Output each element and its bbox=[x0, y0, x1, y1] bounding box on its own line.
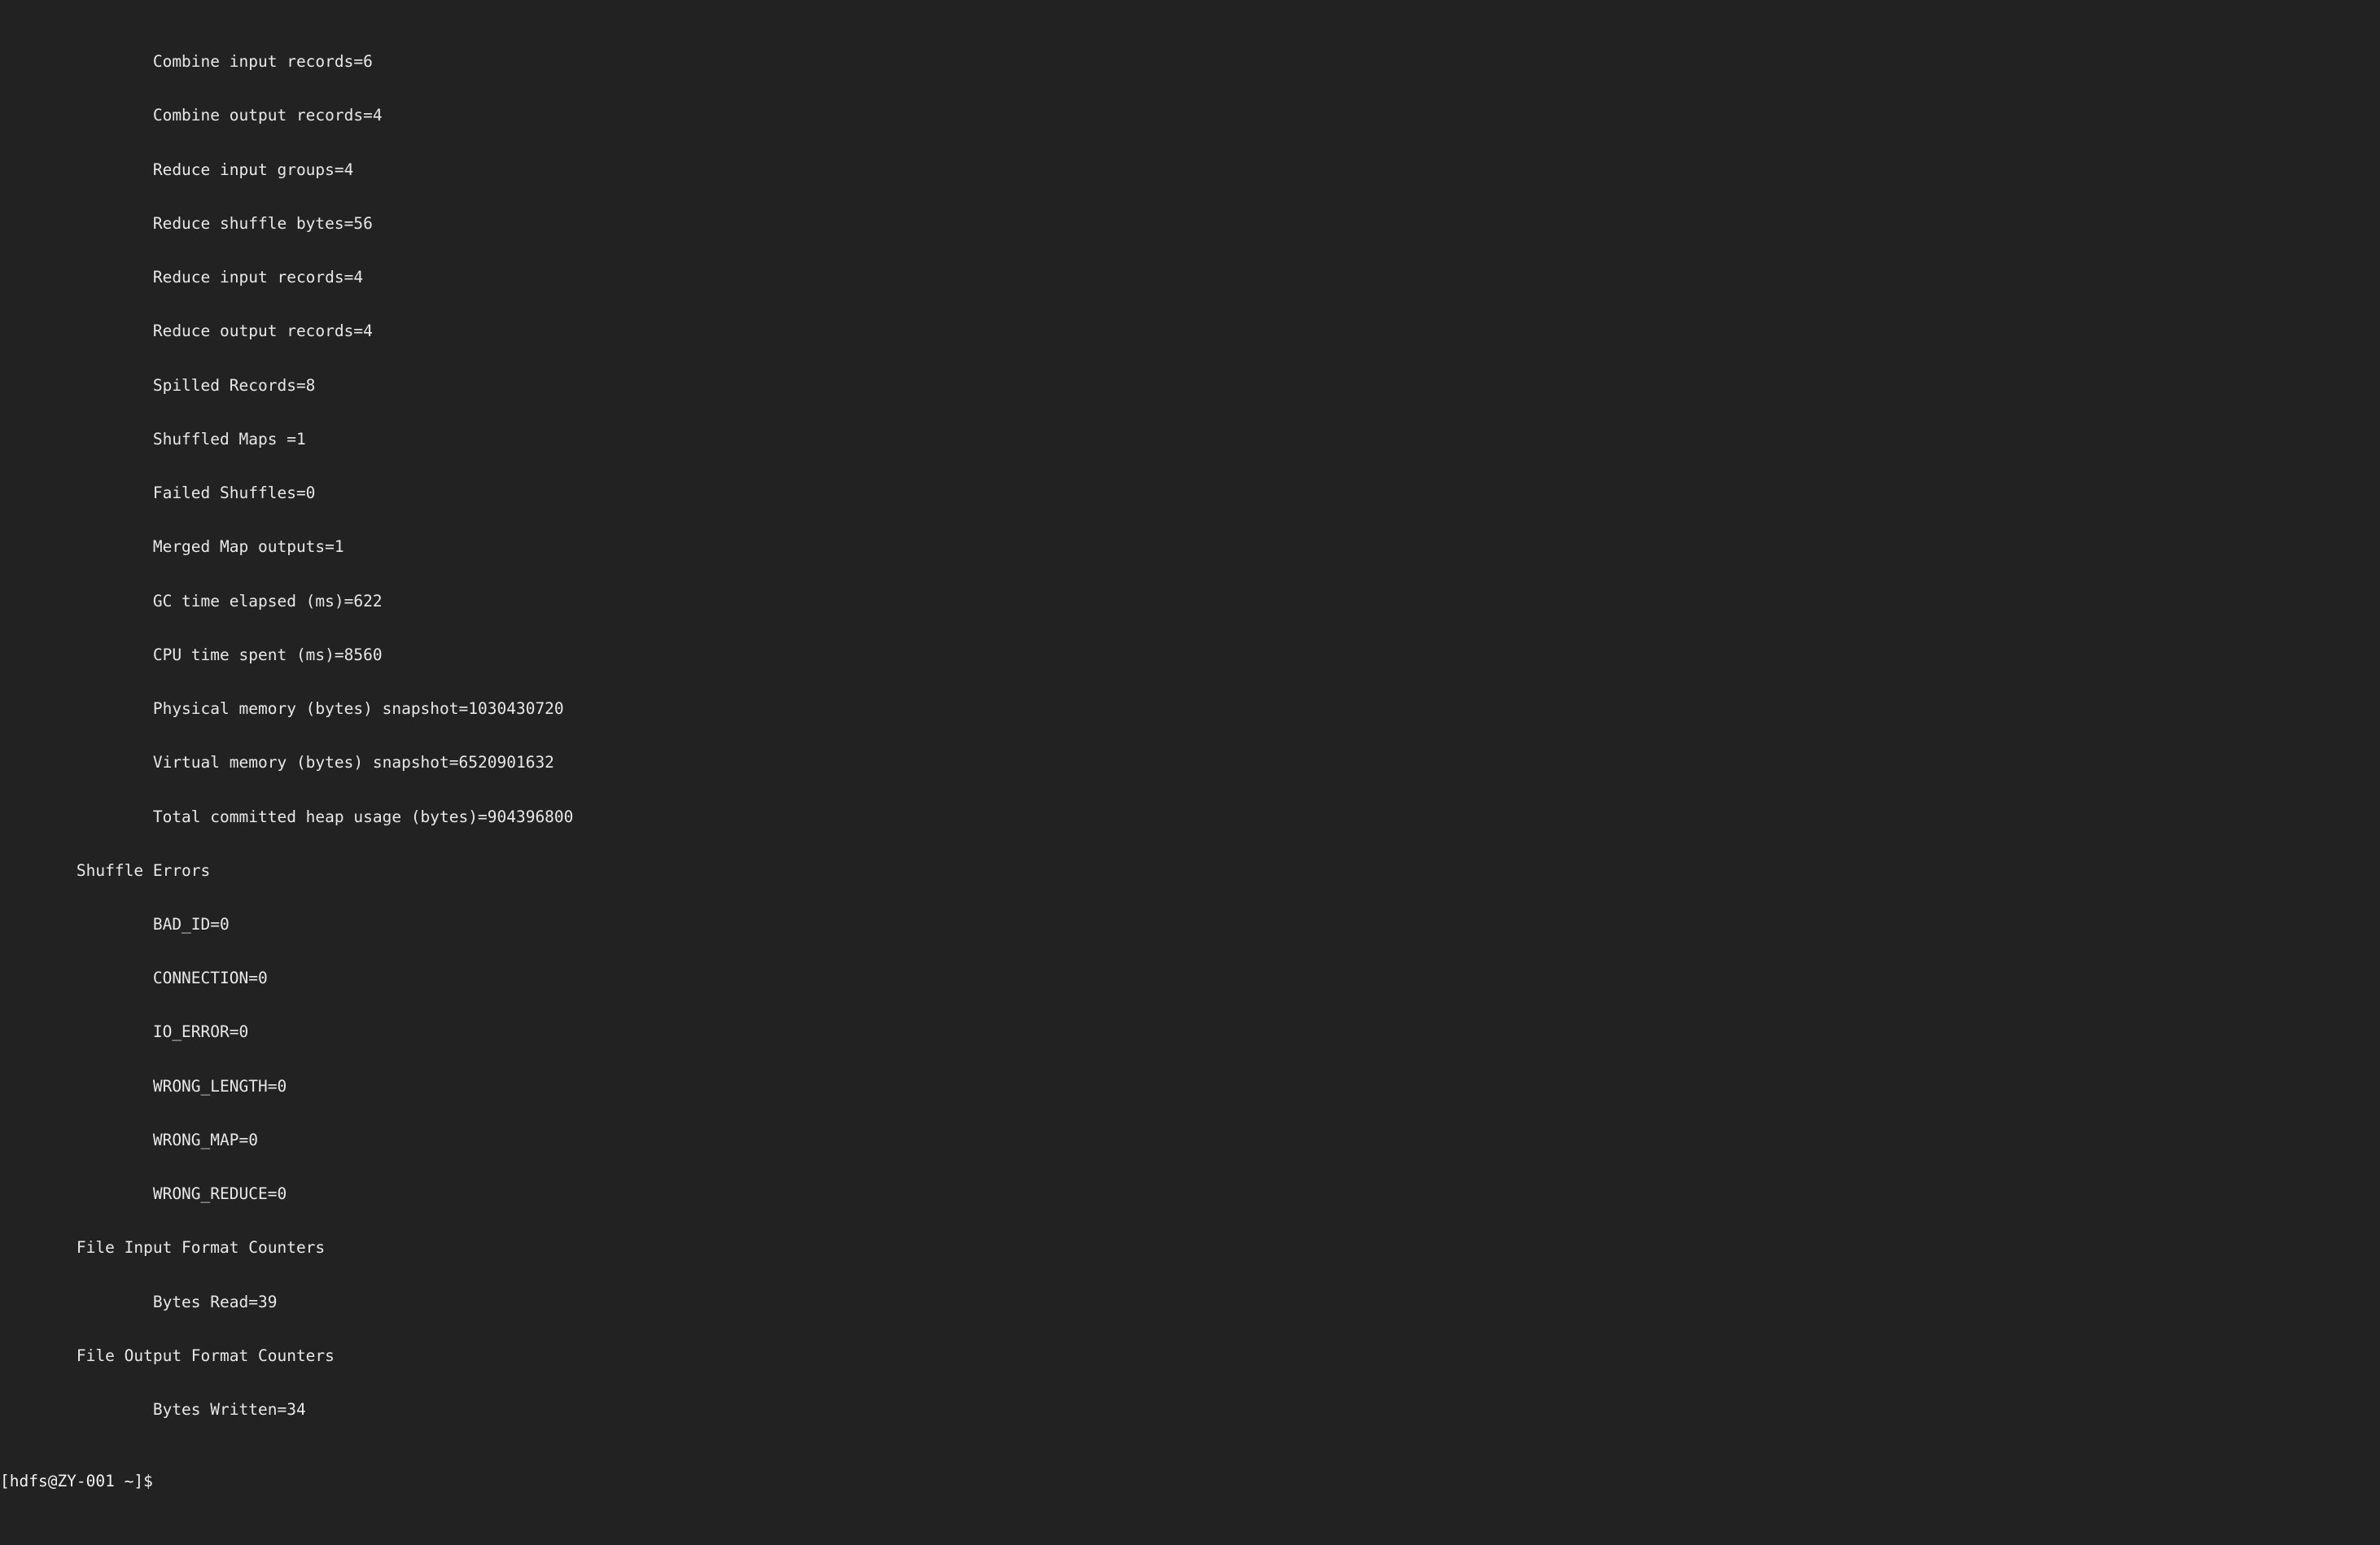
output-line: Shuffled Maps =1 bbox=[0, 429, 306, 449]
output-line: WRONG_REDUCE=0 bbox=[0, 1184, 287, 1204]
output-line: WRONG_LENGTH=0 bbox=[0, 1076, 287, 1096]
output-line: Reduce input groups=4 bbox=[0, 160, 354, 179]
shell-prompt[interactable]: [hdfs@ZY-001 ~]$ bbox=[0, 1473, 2380, 1490]
output-line: Physical memory (bytes) snapshot=1030430… bbox=[0, 699, 564, 719]
output-line: Reduce shuffle bytes=56 bbox=[0, 213, 373, 233]
output-line: Total committed heap usage (bytes)=90439… bbox=[0, 807, 574, 826]
counter-group-header: File Input Format Counters bbox=[0, 1238, 335, 1258]
output-line: BAD_ID=0 bbox=[0, 914, 230, 934]
terminal-window[interactable]: Combine input records=6 Combine output r… bbox=[0, 0, 2380, 1490]
output-line: Bytes Written=34 bbox=[0, 1400, 306, 1420]
output-line: IO_ERROR=0 bbox=[0, 1022, 249, 1042]
output-line: Bytes Read=39 bbox=[0, 1292, 278, 1311]
output-line: Combine output records=4 bbox=[0, 106, 383, 125]
output-line: Virtual memory (bytes) snapshot=65209016… bbox=[0, 753, 554, 772]
output-line: Spilled Records=8 bbox=[0, 375, 316, 395]
output-line: GC time elapsed (ms)=622 bbox=[0, 591, 383, 611]
output-line: Merged Map outputs=1 bbox=[0, 537, 344, 557]
output-line: CPU time spent (ms)=8560 bbox=[0, 645, 383, 664]
output-line: CONNECTION=0 bbox=[0, 969, 268, 988]
counter-group-header: File Output Format Counters bbox=[0, 1346, 344, 1365]
output-line: Combine input records=6 bbox=[0, 52, 373, 72]
output-line: WRONG_MAP=0 bbox=[0, 1130, 258, 1149]
terminal-screen[interactable]: Combine input records=6 Combine output r… bbox=[0, 0, 2380, 1545]
output-line: Reduce input records=4 bbox=[0, 268, 364, 287]
output-line: Reduce output records=4 bbox=[0, 322, 373, 341]
counter-group-header: Shuffle Errors bbox=[0, 860, 211, 880]
output-line: Failed Shuffles=0 bbox=[0, 484, 316, 503]
